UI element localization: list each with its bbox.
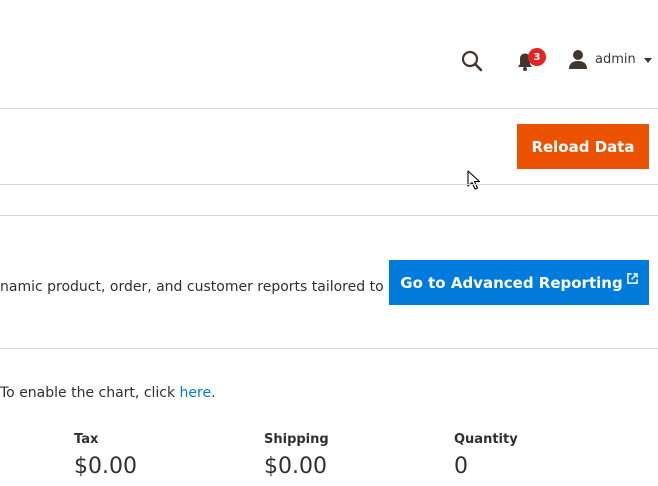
quantity-label: Quantity	[454, 432, 518, 447]
divider	[0, 184, 658, 185]
mouse-cursor-icon	[467, 170, 481, 190]
shipping-label: Shipping	[264, 432, 329, 447]
advanced-reporting-label: Go to Advanced Reporting	[400, 273, 623, 292]
chevron-down-icon	[643, 57, 652, 63]
notifications-badge[interactable]: 3	[528, 48, 546, 66]
user-icon	[569, 50, 587, 69]
reload-data-button[interactable]: Reload Data	[517, 124, 649, 169]
divider	[0, 215, 658, 216]
advanced-reporting-description: namic product, order, and customer repor…	[0, 279, 384, 295]
external-link-icon	[626, 273, 638, 284]
search-icon[interactable]	[459, 48, 485, 74]
chart-message-suffix: .	[211, 385, 216, 401]
advanced-reporting-button[interactable]: Go to Advanced Reporting	[389, 260, 649, 305]
divider	[0, 108, 658, 109]
enable-chart-link[interactable]: here	[180, 385, 212, 401]
tax-label: Tax	[74, 432, 99, 447]
tax-value: $0.00	[74, 454, 137, 479]
shipping-value: $0.00	[264, 454, 327, 479]
divider	[0, 348, 658, 349]
user-menu[interactable]: admin	[567, 46, 652, 72]
quantity-value: 0	[454, 454, 468, 479]
user-name: admin	[595, 51, 636, 67]
chart-disabled-message: To enable the chart, click here.	[0, 385, 216, 401]
chart-message-prefix: To enable the chart, click	[0, 385, 180, 401]
